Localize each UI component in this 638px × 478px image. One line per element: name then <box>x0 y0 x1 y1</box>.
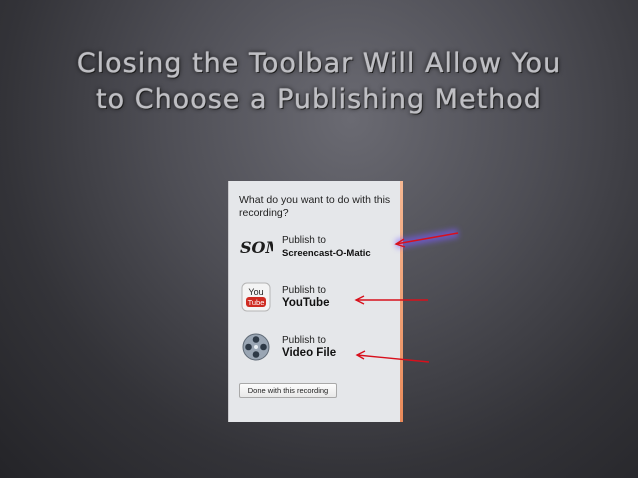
arrow-to-youtube <box>354 295 428 305</box>
annotation-arrows <box>354 228 459 363</box>
arrow-to-video-file <box>355 350 430 363</box>
arrow-to-screencast <box>394 228 459 249</box>
